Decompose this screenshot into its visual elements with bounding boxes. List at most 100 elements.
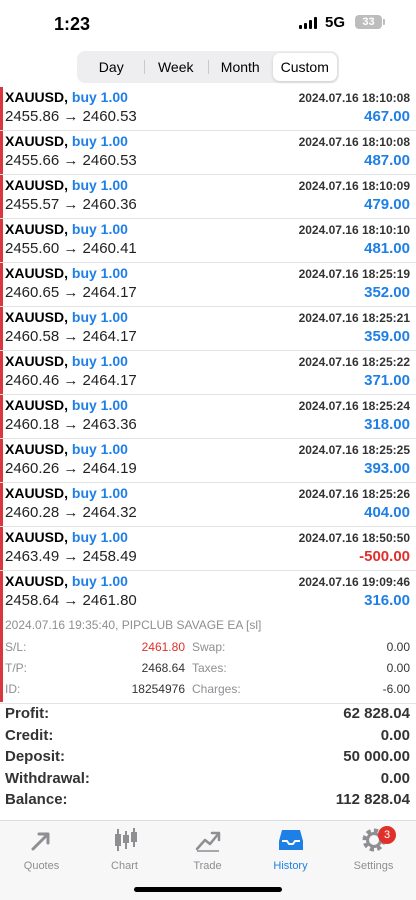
trade-prices: 2455.86 → 2460.53 bbox=[5, 108, 137, 125]
trade-symbol: XAUUSD, bbox=[5, 353, 69, 369]
trade-prices: 2460.46 → 2464.17 bbox=[5, 372, 137, 389]
summary-label: Deposit: bbox=[5, 748, 65, 766]
trade-row[interactable]: XAUUSD, buy 1.00 2024.07.16 18:10:09 245… bbox=[0, 175, 416, 219]
trade-prices: 2458.64 → 2461.80 bbox=[5, 592, 137, 609]
trade-prices: 2455.60 → 2460.41 bbox=[5, 240, 137, 257]
trade-symbol: XAUUSD, bbox=[5, 529, 69, 545]
trade-side: buy 1.00 bbox=[71, 397, 128, 413]
trade-row[interactable]: XAUUSD, buy 1.00 2024.07.16 18:25:25 246… bbox=[0, 439, 416, 483]
trade-datetime: 2024.07.16 18:25:25 bbox=[298, 443, 410, 457]
battery-level: 33 bbox=[362, 16, 375, 28]
trade-row[interactable]: XAUUSD, buy 1.00 2024.07.16 18:50:50 246… bbox=[0, 527, 416, 571]
trade-profit: 352.00 bbox=[364, 284, 410, 301]
trade-prices: 2455.57 → 2460.36 bbox=[5, 196, 137, 213]
trade-side: buy 1.00 bbox=[71, 441, 128, 457]
summary-value: 112 828.04 bbox=[335, 791, 410, 809]
trade-profit: 467.00 bbox=[364, 108, 410, 125]
trade-prices: 2455.66 → 2460.53 bbox=[5, 152, 137, 169]
tab-label: Chart bbox=[111, 860, 138, 872]
trade-symbol: XAUUSD, bbox=[5, 221, 69, 237]
trade-profit: 318.00 bbox=[364, 416, 410, 433]
quotes-icon bbox=[31, 832, 49, 851]
trade-side: buy 1.00 bbox=[71, 221, 128, 237]
id-label: ID: bbox=[5, 682, 21, 696]
trade-symbol: XAUUSD, bbox=[5, 177, 69, 193]
trade-datetime: 2024.07.16 18:25:21 bbox=[298, 311, 410, 325]
trade-row[interactable]: XAUUSD, buy 1.00 2024.07.16 18:25:26 246… bbox=[0, 483, 416, 527]
trade-prices: 2460.18 → 2463.36 bbox=[5, 416, 137, 433]
trade-datetime: 2024.07.16 19:09:46 bbox=[298, 575, 410, 589]
trade-profit: 316.00 bbox=[364, 592, 410, 609]
trade-datetime: 2024.07.16 18:10:08 bbox=[298, 135, 410, 149]
trade-symbol: XAUUSD, bbox=[5, 397, 69, 413]
trade-datetime: 2024.07.16 18:10:09 bbox=[298, 179, 410, 193]
trade-symbol: XAUUSD, bbox=[5, 485, 69, 501]
home-indicator bbox=[134, 887, 282, 892]
trade-symbol: XAUUSD, bbox=[5, 573, 69, 589]
status-time: 1:23 bbox=[54, 14, 91, 34]
trade-row[interactable]: XAUUSD, buy 1.00 2024.07.16 18:10:10 245… bbox=[0, 219, 416, 263]
segment-day[interactable]: Day bbox=[79, 53, 144, 81]
summary-value: 0.00 bbox=[380, 726, 410, 744]
trade-row[interactable]: XAUUSD, buy 1.00 2024.07.16 18:10:08 245… bbox=[0, 87, 416, 131]
tab-label: History bbox=[273, 860, 308, 872]
tp-label: T/P: bbox=[5, 661, 28, 675]
tab-chart[interactable]: Chart bbox=[83, 825, 166, 872]
trade-row[interactable]: XAUUSD, buy 1.00 2024.07.16 18:10:08 245… bbox=[0, 131, 416, 175]
trade-profit: 371.00 bbox=[364, 372, 410, 389]
battery-nub bbox=[383, 19, 385, 25]
tab-quotes[interactable]: Quotes bbox=[0, 825, 83, 872]
trade-datetime: 2024.07.16 18:25:19 bbox=[298, 267, 410, 281]
status-bar: 1:23 5G 33 bbox=[0, 0, 416, 44]
trade-icon bbox=[195, 831, 220, 852]
chart-icon bbox=[114, 828, 137, 851]
swap-label: Swap: bbox=[192, 640, 226, 654]
account-summary: Profit: 62 828.04 Credit: 0.00 Deposit: … bbox=[0, 703, 416, 811]
trade-symbol: XAUUSD, bbox=[5, 309, 69, 325]
trade-profit: 404.00 bbox=[364, 504, 410, 521]
sl-label: S/L: bbox=[5, 640, 27, 654]
taxes-label: Taxes: bbox=[192, 661, 227, 675]
summary-row-balance: Balance: 112 828.04 bbox=[0, 789, 416, 811]
trade-datetime: 2024.07.16 18:25:24 bbox=[298, 399, 410, 413]
summary-value: 50 000.00 bbox=[343, 748, 410, 766]
summary-row-profit: Profit: 62 828.04 bbox=[0, 703, 416, 725]
trade-profit: -500.00 bbox=[359, 548, 410, 565]
summary-row-withdrawal: Withdrawal: 0.00 bbox=[0, 768, 416, 790]
segment-custom[interactable]: Custom bbox=[272, 53, 337, 81]
tab-settings[interactable]: 3 Settings bbox=[332, 825, 415, 872]
trade-symbol: XAUUSD, bbox=[5, 89, 69, 105]
trade-row[interactable]: XAUUSD, buy 1.00 2024.07.16 18:25:21 246… bbox=[0, 307, 416, 351]
charges-label: Charges: bbox=[192, 682, 241, 696]
trade-symbol: XAUUSD, bbox=[5, 441, 69, 457]
summary-value: 62 828.04 bbox=[343, 705, 410, 722]
segment-month[interactable]: Month bbox=[208, 53, 273, 81]
sl-value: 2461.80 bbox=[141, 640, 185, 654]
summary-row-credit: Credit: 0.00 bbox=[0, 725, 416, 747]
trade-profit: 479.00 bbox=[364, 196, 410, 213]
trade-symbol: XAUUSD, bbox=[5, 265, 69, 281]
trade-datetime: 2024.07.16 18:10:10 bbox=[298, 223, 410, 237]
trade-row[interactable]: XAUUSD, buy 1.00 2024.07.16 18:25:24 246… bbox=[0, 395, 416, 439]
tab-label: Quotes bbox=[23, 860, 60, 872]
id-value: 18254976 bbox=[131, 682, 185, 696]
network-label: 5G bbox=[325, 14, 346, 31]
trade-side: buy 1.00 bbox=[71, 265, 128, 281]
trade-prices: 2460.65 → 2464.17 bbox=[5, 284, 137, 301]
tab-history[interactable]: History bbox=[249, 825, 332, 872]
trade-row[interactable]: XAUUSD, buy 1.00 2024.07.16 18:25:22 246… bbox=[0, 351, 416, 395]
trade-datetime: 2024.07.16 18:50:50 bbox=[298, 531, 410, 545]
trade-side: buy 1.00 bbox=[71, 353, 128, 369]
trade-row[interactable]: XAUUSD, buy 1.00 2024.07.16 18:25:19 246… bbox=[0, 263, 416, 307]
trade-side: buy 1.00 bbox=[71, 529, 128, 545]
trade-side: buy 1.00 bbox=[71, 177, 128, 193]
segment-week[interactable]: Week bbox=[143, 53, 209, 81]
trade-row-selected[interactable]: XAUUSD, buy 1.00 2024.07.16 19:09:46 245… bbox=[0, 571, 416, 615]
tab-label: Trade bbox=[193, 860, 222, 872]
summary-label: Profit: bbox=[5, 705, 50, 722]
details-header: 2024.07.16 19:35:40, PIPCLUB SAVAGE EA [… bbox=[5, 618, 262, 632]
tab-trade[interactable]: Trade bbox=[166, 825, 249, 872]
trade-profit: 487.00 bbox=[364, 152, 410, 169]
trade-prices: 2460.28 → 2464.32 bbox=[5, 504, 137, 521]
trade-side: buy 1.00 bbox=[71, 573, 128, 589]
